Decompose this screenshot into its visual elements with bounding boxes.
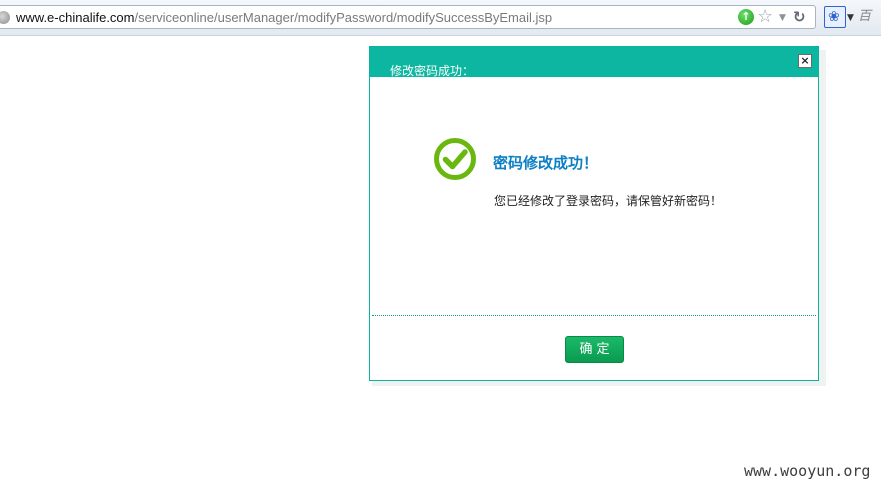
bookmark-star-icon[interactable]: ☆ — [757, 6, 773, 28]
address-bar[interactable]: www.e-chinalife.com/serviceonline/userMa… — [0, 5, 816, 29]
search-input[interactable]: 百 — [858, 8, 871, 26]
success-message: 您已经修改了登录密码，请保管好新密码！ — [494, 194, 723, 208]
confirm-button[interactable]: 确定 — [565, 336, 624, 363]
search-engine-dropdown-icon[interactable]: ▼ — [847, 8, 854, 28]
close-button[interactable]: × — [798, 54, 812, 68]
address-text[interactable]: www.e-chinalife.com/serviceonline/userMa… — [16, 10, 552, 26]
url-path: /serviceonline/userManager/modifyPasswor… — [134, 10, 553, 25]
url-domain: www.e-chinalife.com — [16, 10, 135, 25]
go-arrow-icon[interactable]: ↑ — [738, 9, 754, 25]
watermark: www.wooyun.org — [744, 462, 871, 480]
success-check-icon — [434, 138, 476, 180]
paw-icon: ❀ — [828, 9, 840, 25]
dotted-divider — [372, 315, 816, 316]
search-engine-selector[interactable]: ❀ — [824, 6, 846, 28]
dialog-header: 修改密码成功： × — [370, 47, 818, 78]
success-heading: 密码修改成功！ — [493, 154, 599, 172]
history-dropdown-icon[interactable]: ▼ — [779, 8, 786, 28]
browser-toolbar: www.e-chinalife.com/serviceonline/userMa… — [0, 0, 881, 36]
dialog-title: 修改密码成功： — [390, 64, 475, 78]
globe-icon — [0, 11, 10, 24]
reload-icon[interactable]: ↻ — [793, 6, 806, 28]
success-dialog: 修改密码成功： × 密码修改成功！ 您已经修改了登录密码，请保管好新密码！ 确定 — [369, 46, 819, 381]
